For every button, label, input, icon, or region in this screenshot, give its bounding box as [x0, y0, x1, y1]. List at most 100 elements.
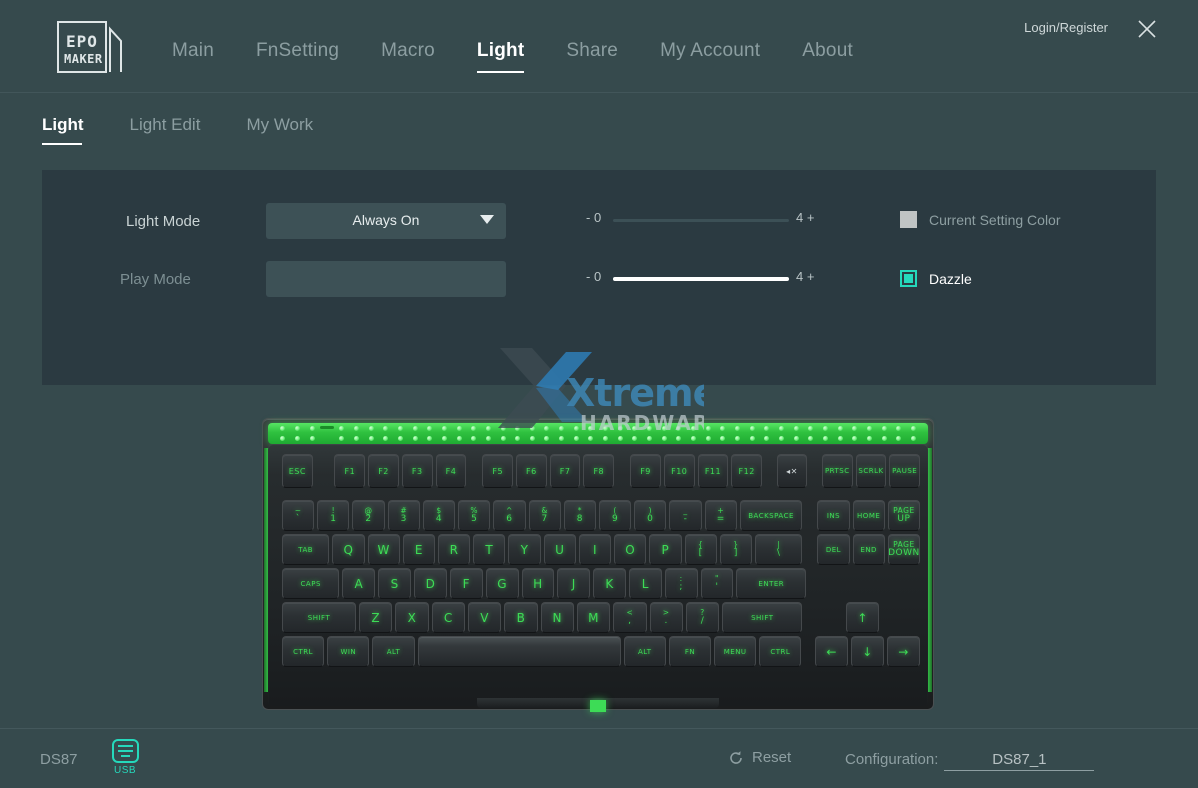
key-s[interactable]: S — [378, 568, 412, 599]
key-3[interactable]: #3 — [387, 500, 420, 531]
key-z[interactable]: Z — [359, 602, 393, 633]
login-register-link[interactable]: Login/Register — [1024, 20, 1108, 35]
key-l[interactable]: L — [628, 568, 662, 599]
key-n[interactable]: N — [540, 602, 574, 633]
key-caps[interactable]: CAPS — [282, 568, 340, 599]
key-blank[interactable]: ~ ` — [282, 500, 315, 531]
key-blank[interactable]: {[ — [684, 534, 717, 565]
key-m[interactable]: M — [576, 602, 611, 633]
key-backspace[interactable]: BACKSPACE — [739, 500, 803, 531]
key-r[interactable]: R — [437, 534, 471, 565]
key-pause[interactable]: PAUSE — [889, 454, 921, 488]
key-j[interactable]: J — [557, 568, 591, 599]
key-enter[interactable]: ENTER — [736, 568, 807, 599]
key-k[interactable]: K — [593, 568, 626, 599]
key-b[interactable]: B — [504, 602, 538, 633]
key-f6[interactable]: F6 — [516, 454, 547, 488]
speed-max-label[interactable]: 4 + — [796, 269, 814, 284]
key-f5[interactable]: F5 — [482, 454, 514, 488]
key-home[interactable]: HOME — [852, 500, 885, 531]
brightness-min-label[interactable]: - 0 — [586, 210, 601, 225]
key-f[interactable]: F — [449, 568, 483, 599]
key-x[interactable]: X — [395, 602, 429, 633]
key-f7[interactable]: F7 — [549, 454, 581, 488]
key-blank[interactable]: >. — [649, 602, 683, 633]
key-esc[interactable]: ESC — [282, 454, 313, 488]
reset-button[interactable]: Reset — [728, 749, 791, 766]
key-del[interactable]: DEL — [817, 534, 850, 565]
key-f3[interactable]: F3 — [401, 454, 433, 488]
configuration-input[interactable]: DS87_1 — [944, 751, 1095, 771]
key-f9[interactable]: F9 — [630, 454, 661, 488]
key-menu[interactable]: MENU — [714, 636, 757, 667]
key-f4[interactable]: F4 — [435, 454, 467, 488]
key-blank[interactable]: <, — [613, 602, 647, 633]
usb-connection-badge[interactable]: USB — [110, 739, 140, 776]
key-blank[interactable]: ◂✕ — [776, 454, 808, 488]
speed-min-label[interactable]: - 0 — [586, 269, 601, 284]
key-ctrl[interactable]: CTRL — [282, 636, 325, 667]
key-f11[interactable]: F11 — [697, 454, 729, 488]
key-alt[interactable]: ALT — [372, 636, 415, 667]
key-alt[interactable]: ALT — [623, 636, 666, 667]
key-pagedown[interactable]: PAGE DOWN — [887, 534, 920, 565]
key-blank[interactable]: + = — [704, 500, 737, 531]
key-f10[interactable]: F10 — [663, 454, 695, 488]
key-win[interactable]: WIN — [327, 636, 370, 667]
key-4[interactable]: $4 — [422, 500, 456, 531]
key-end[interactable]: END — [852, 534, 885, 565]
key-5[interactable]: % 5 — [458, 500, 491, 531]
key-7[interactable]: & 7 — [528, 500, 561, 531]
key-0[interactable]: ) 0 — [634, 500, 667, 531]
key-v[interactable]: V — [467, 602, 502, 633]
brightness-max-label[interactable]: 4 + — [796, 210, 814, 225]
close-icon[interactable] — [1134, 16, 1160, 42]
key-pageup[interactable]: PAGE UP — [887, 500, 920, 531]
key-2[interactable]: @2 — [352, 500, 385, 531]
key-y[interactable]: Y — [508, 534, 541, 565]
key-blank[interactable]: ? / — [685, 602, 720, 633]
key-scrlk[interactable]: SCRLK — [855, 454, 887, 488]
key-f2[interactable]: F2 — [368, 454, 399, 488]
speed-slider-track[interactable] — [613, 277, 789, 281]
key-q[interactable]: Q — [332, 534, 365, 565]
key-ins[interactable]: INS — [817, 500, 850, 531]
key-blank[interactable]: ↓ — [851, 636, 885, 667]
key-t[interactable]: T — [473, 534, 506, 565]
key-u[interactable]: U — [543, 534, 576, 565]
brightness-slider[interactable]: - 0 4 + — [586, 210, 826, 230]
key-e[interactable]: E — [402, 534, 435, 565]
key-f12[interactable]: F12 — [731, 454, 763, 488]
key-g[interactable]: G — [485, 568, 519, 599]
tab-light[interactable]: Light — [42, 115, 84, 147]
key-h[interactable]: H — [521, 568, 555, 599]
key-p[interactable]: P — [649, 534, 682, 565]
key-shift[interactable]: SHIFT — [722, 602, 803, 633]
dazzle-checkbox[interactable]: Dazzle — [900, 270, 972, 287]
key-shift[interactable]: SHIFT — [282, 602, 357, 633]
key-blank[interactable]: ↑ — [846, 602, 880, 633]
key-1[interactable]: ! 1 — [317, 500, 350, 531]
key-d[interactable]: D — [414, 568, 447, 599]
nav-item-macro[interactable]: Macro — [381, 40, 435, 78]
key-prtsc[interactable]: PRTSC — [821, 454, 853, 488]
key-w[interactable]: W — [367, 534, 400, 565]
nav-item-share[interactable]: Share — [566, 40, 618, 78]
key-9[interactable]: (9 — [598, 500, 632, 531]
key-tab[interactable]: TAB — [282, 534, 330, 565]
key-i[interactable]: I — [578, 534, 612, 565]
key-f1[interactable]: F1 — [334, 454, 366, 488]
nav-item-about[interactable]: About — [802, 40, 853, 78]
nav-item-my-account[interactable]: My Account — [660, 40, 760, 78]
key-fn[interactable]: FN — [668, 636, 712, 667]
key-o[interactable]: O — [614, 534, 647, 565]
tab-my-work[interactable]: My Work — [246, 115, 313, 147]
key-c[interactable]: C — [431, 602, 465, 633]
nav-item-main[interactable]: Main — [172, 40, 214, 78]
key-f8[interactable]: F8 — [583, 454, 615, 488]
key-ctrl[interactable]: CTRL — [759, 636, 802, 667]
key-blank[interactable] — [417, 636, 621, 667]
key-blank[interactable]: " ' — [700, 568, 734, 599]
key-blank[interactable]: → — [887, 636, 920, 667]
speed-slider[interactable]: - 0 4 + — [586, 269, 826, 289]
